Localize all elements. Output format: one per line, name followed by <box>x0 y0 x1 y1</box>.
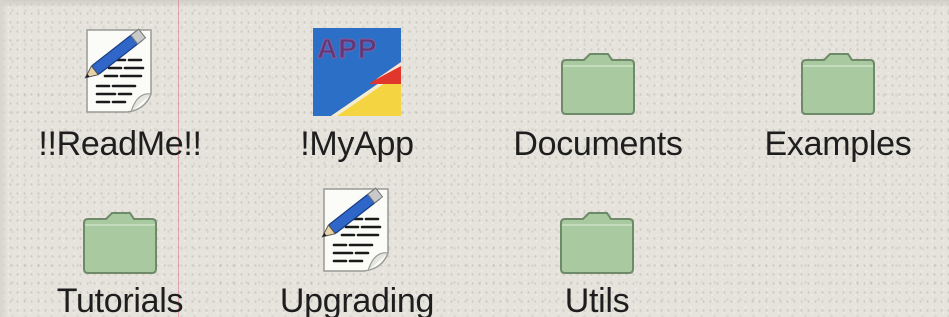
file-item-readme[interactable]: !!ReadMe!! <box>20 16 220 166</box>
text-document-icon <box>307 175 407 275</box>
folder-icon <box>70 175 170 275</box>
folder-icon <box>788 16 888 116</box>
file-item-label: Utils <box>564 282 630 317</box>
folder-item-tutorials[interactable]: Tutorials <box>20 175 220 317</box>
window-left-border <box>0 0 8 317</box>
file-item-upgrading[interactable]: Upgrading <box>257 175 457 317</box>
file-item-label: Documents <box>513 125 683 163</box>
file-item-label: !!ReadMe!! <box>38 125 202 163</box>
svg-text:APP: APP <box>317 33 378 64</box>
file-item-label: Upgrading <box>279 282 435 317</box>
text-document-icon <box>70 16 170 116</box>
folder-item-examples[interactable]: Examples <box>738 16 938 166</box>
app-item-myapp[interactable]: APP APP !MyApp <box>257 16 457 166</box>
app-icon: APP APP <box>307 16 407 116</box>
folder-item-utils[interactable]: Utils <box>497 175 697 317</box>
filer-window: !!ReadMe!! APP APP !MyApp Documents Exam… <box>0 0 949 317</box>
file-item-label: Examples <box>764 125 912 163</box>
folder-icon <box>548 16 648 116</box>
window-top-border <box>0 0 949 8</box>
folder-icon <box>547 175 647 275</box>
folder-item-documents[interactable]: Documents <box>498 16 698 166</box>
file-item-label: Tutorials <box>56 282 184 317</box>
file-item-label: !MyApp <box>300 125 414 163</box>
